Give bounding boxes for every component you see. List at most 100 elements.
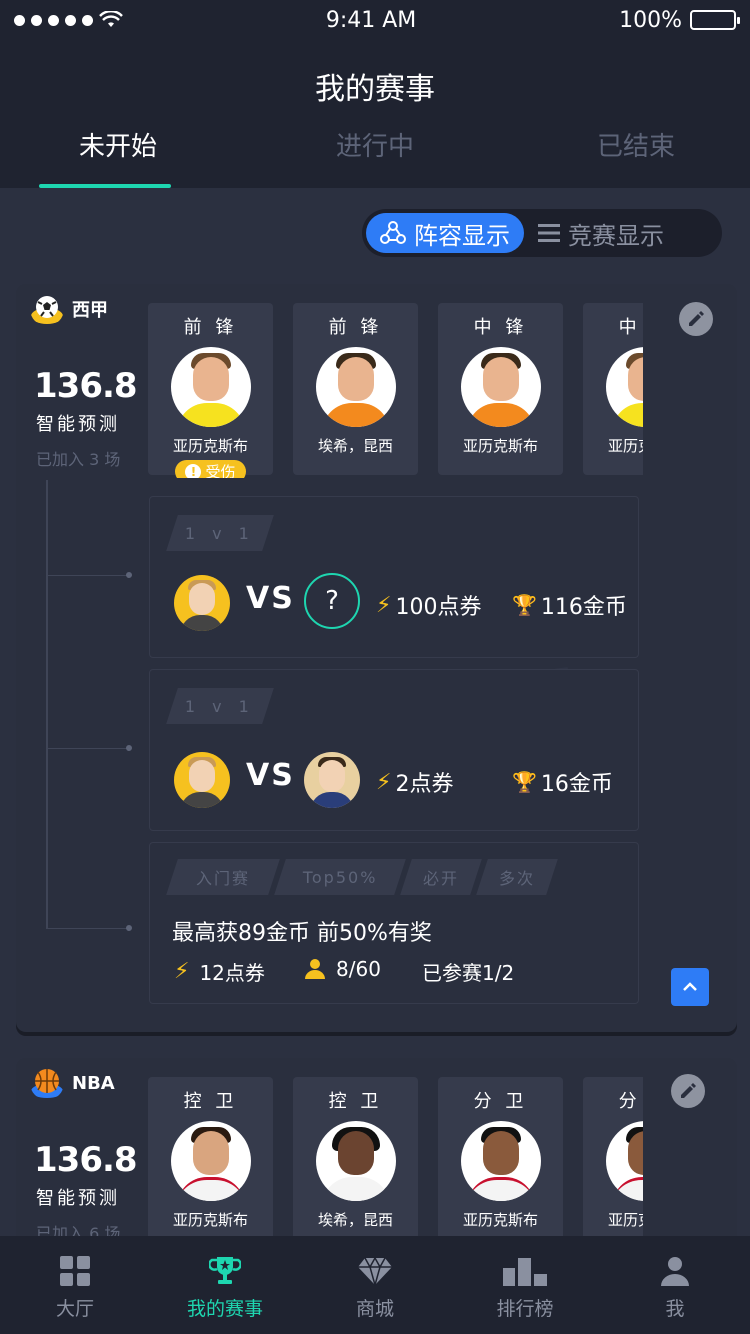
tabbar-label: 大厅 (55, 1298, 94, 1320)
tabbar-me[interactable]: 我 (600, 1236, 750, 1334)
coupon-cost: ⚡ 100点券 (376, 592, 482, 621)
player-card[interactable]: 分 卫 亚历克斯布 (583, 1077, 643, 1249)
joined-status: 已参赛1/2 (422, 961, 515, 985)
coupon-cost: ⚡ 12点券 (174, 959, 265, 985)
league-name: 西甲 (72, 300, 108, 321)
status-bar: 9:41 AM 100% (0, 0, 750, 40)
match-item[interactable]: 1 v 1 VS ? ⚡ 100点券 🏆 116金币 (149, 496, 639, 658)
lineup-view-label: 阵容显示 (414, 221, 510, 250)
predict-label: 智能预测 (36, 1188, 120, 1209)
player-avatar (315, 347, 396, 427)
injury-badge: ! 受伤 (175, 460, 246, 478)
player-position: 控 卫 (328, 1091, 383, 1112)
contest-tag: Top50% (274, 859, 406, 895)
tab-in-progress[interactable]: 进行中 (336, 126, 414, 163)
active-tab-indicator (39, 184, 171, 188)
reward: 🏆 116金币 (512, 593, 627, 620)
group-contest-item[interactable]: 入门赛 Top50% 必开 多次 最高获89金币 前50%有奖 ⚡ 12点券 8… (149, 842, 639, 1004)
tree-branch (46, 575, 128, 576)
tree-connector (46, 480, 48, 928)
bottom-tab-bar: 大厅 我的赛事 商城 排行榜 我 (0, 1236, 750, 1334)
contest-view-button[interactable]: 竞赛显示 (524, 213, 678, 253)
user-icon (661, 1257, 689, 1286)
player-position: 中 锋 (473, 317, 528, 338)
chevron-up-icon (683, 982, 697, 991)
player-avatar (460, 1121, 541, 1201)
tab-not-started[interactable]: 未开始 (79, 126, 157, 163)
tabbar-shop[interactable]: 商城 (300, 1236, 450, 1334)
player-card[interactable]: 控 卫 埃希，昆西 (293, 1077, 418, 1249)
tabbar-label: 商城 (355, 1298, 394, 1320)
my-avatar (174, 752, 230, 808)
contest-tag: 入门赛 (166, 859, 280, 895)
vs-label: VS (246, 758, 295, 793)
predict-value: 136.8 (34, 1140, 138, 1180)
player-card[interactable]: 控 卫 亚历克斯布 (148, 1077, 273, 1249)
player-name: 埃希，昆西 (317, 1211, 393, 1229)
player-position: 中 锋 (618, 317, 643, 338)
player-name: 亚历克斯布 (607, 437, 643, 455)
wifi-icon (99, 11, 123, 27)
lineup-icon (380, 221, 406, 244)
tabbar-ranking[interactable]: 排行榜 (450, 1236, 600, 1334)
grid-icon (60, 1256, 90, 1286)
player-name: 亚历克斯布 (607, 1211, 643, 1229)
contest-view-label: 竞赛显示 (568, 221, 664, 250)
predict-value: 136.8 (34, 366, 138, 406)
signal-indicator (14, 11, 123, 29)
player-name: 亚历克斯布 (462, 437, 538, 455)
player-avatar (460, 347, 541, 427)
page-header: 我的赛事 未开始 进行中 已结束 (0, 40, 750, 188)
tree-branch (46, 748, 128, 749)
status-tabs: 未开始 进行中 已结束 (0, 122, 750, 188)
league-card-nba: NBA 136.8 智能预测 已加入 6 场 控 卫 亚历克斯布 控 卫 埃希，… (16, 1058, 737, 1258)
player-avatar (170, 347, 251, 427)
battery-percent: 100% (619, 7, 682, 33)
player-name: 亚历克斯布 (172, 437, 248, 455)
tree-node (126, 745, 132, 751)
tree-branch (46, 928, 128, 929)
basketball-icon (31, 1069, 63, 1098)
collapse-button[interactable] (671, 968, 709, 1006)
lineup-view-button[interactable]: 阵容显示 (366, 213, 524, 253)
lightning-icon: ⚡ (376, 592, 392, 618)
league-name: NBA (72, 1072, 115, 1094)
player-card[interactable]: 中 锋 亚历克斯布 (583, 303, 643, 475)
tab-finished[interactable]: 已结束 (597, 126, 675, 163)
lightning-icon: ⚡ (174, 959, 190, 984)
player-position: 分 卫 (473, 1091, 528, 1112)
player-avatar (605, 347, 643, 427)
contest-title: 最高获89金币 前50%有奖 (172, 921, 432, 946)
bar-chart-icon (503, 1258, 547, 1286)
player-card[interactable]: 前 锋 亚历克斯布 ! 受伤 (148, 303, 273, 478)
match-item[interactable]: 1 v 1 VS ⚡ 2点券 🏆 16金币 (149, 669, 639, 831)
tabbar-label: 排行榜 (496, 1298, 554, 1320)
list-icon (538, 224, 560, 242)
player-position: 分 卫 (618, 1091, 643, 1112)
user-icon (305, 959, 325, 979)
reward: 🏆 16金币 (512, 770, 613, 797)
edit-lineup-button[interactable] (671, 1074, 705, 1108)
trophy-icon: 🏆 (512, 770, 537, 794)
player-card[interactable]: 前 锋 埃希，昆西 (293, 303, 418, 475)
tabbar-lobby[interactable]: 大厅 (0, 1236, 150, 1334)
player-card[interactable]: 中 锋 亚历克斯布 (438, 303, 563, 475)
tree-node (126, 925, 132, 931)
tabbar-my-contests[interactable]: 我的赛事 (150, 1236, 300, 1334)
trophy-icon (209, 1257, 241, 1284)
diamond-icon (358, 1256, 392, 1286)
match-type-tag: 1 v 1 (166, 688, 274, 724)
predict-label: 智能预测 (36, 414, 120, 435)
view-toggle: 阵容显示 竞赛显示 (362, 209, 722, 257)
league-header: 西甲 (30, 292, 108, 326)
unknown-opponent: ? (304, 573, 360, 629)
soccer-ball-icon (31, 296, 63, 324)
contest-tag: 必开 (400, 859, 482, 895)
edit-lineup-button[interactable] (679, 302, 713, 336)
joined-count: 已加入 3 场 (36, 450, 121, 469)
battery-icon (690, 10, 740, 30)
player-position: 前 锋 (328, 317, 383, 338)
player-avatar (315, 1121, 396, 1201)
lineup-strip: 控 卫 亚历克斯布 控 卫 埃希，昆西 分 卫 亚历克斯布 分 卫 亚历 (148, 1077, 643, 1252)
player-card[interactable]: 分 卫 亚历克斯布 (438, 1077, 563, 1249)
